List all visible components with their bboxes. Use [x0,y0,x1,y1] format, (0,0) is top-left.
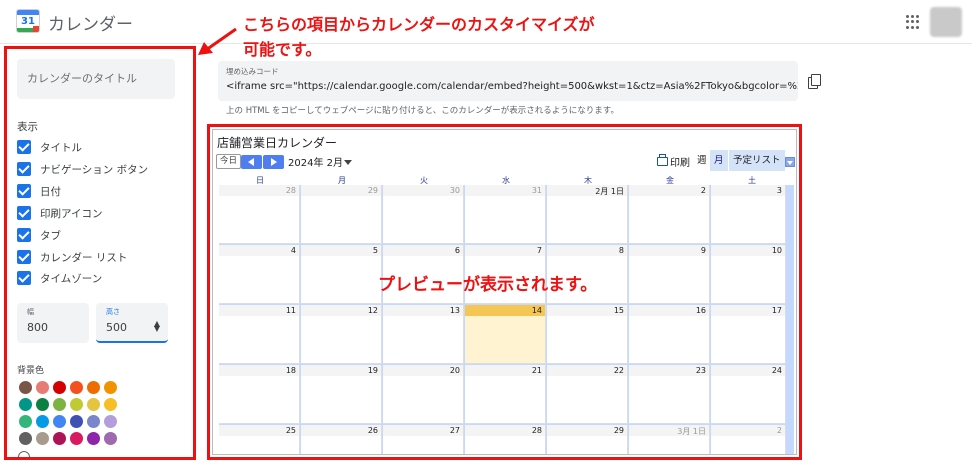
embed-code-value[interactable]: <iframe src="https://calendar.google.com… [226,81,798,92]
preview-callout: プレビューが表示されます。 [378,275,598,295]
embed-code-label: 埋め込みコード [226,67,279,76]
logo-number: 31 [21,16,35,27]
copy-icon[interactable] [808,74,822,90]
apps-grid-icon[interactable] [906,15,920,29]
settings-callout: こちらの項目からカレンダーのカスタイマイズが可能です。 [243,15,595,59]
callout-arrow-icon [198,27,237,55]
sidebar-highlight-box [4,46,196,460]
avatar[interactable] [930,7,962,37]
app-title: カレンダー [48,15,133,35]
embed-code-field[interactable]: 埋め込みコード <iframe src="https://calendar.go… [218,61,798,101]
calendar-logo-icon[interactable]: 31 [16,9,40,33]
embed-hint: 上の HTML をコピーしてウェブページに貼り付けると、このカレンダーが表示され… [226,106,619,116]
